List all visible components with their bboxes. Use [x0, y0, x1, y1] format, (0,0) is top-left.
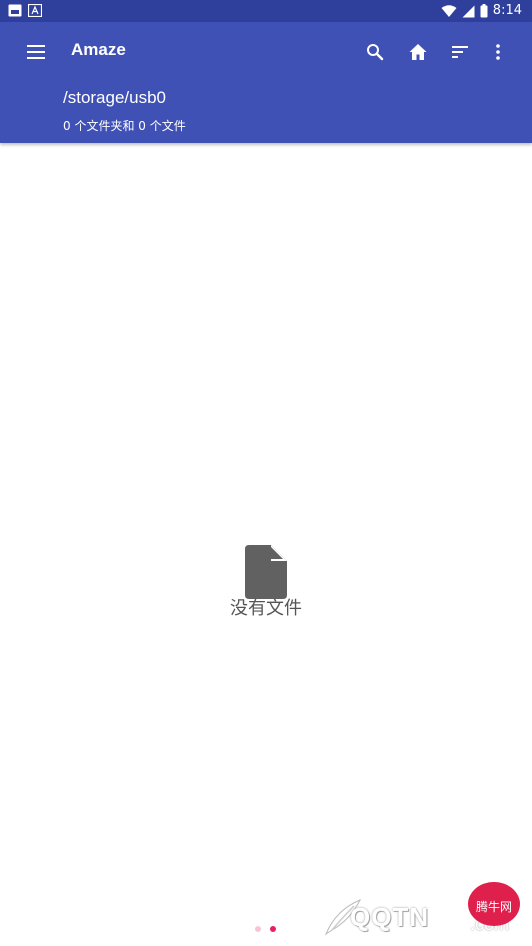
- clock: 8:14: [492, 3, 522, 18]
- app-bar: Amaze /storage/usb0 0 个文件夹和 0 个文件: [0, 22, 532, 143]
- sort-icon: [452, 46, 468, 58]
- home-button[interactable]: [404, 38, 432, 66]
- overflow-menu-button[interactable]: [484, 38, 512, 66]
- hamburger-menu-icon: [27, 45, 45, 59]
- empty-message: 没有文件: [230, 598, 302, 619]
- current-path[interactable]: /storage/usb0: [63, 88, 166, 108]
- more-vert-icon: [496, 44, 500, 60]
- search-icon: [367, 44, 384, 61]
- empty-state: 没有文件: [0, 545, 532, 620]
- file-icon: [245, 545, 287, 599]
- screenshot-icon: [8, 4, 22, 17]
- page-indicator: [255, 926, 276, 932]
- menu-button[interactable]: [22, 38, 50, 66]
- app-notification-icon: [28, 4, 42, 17]
- signal-icon: [462, 5, 475, 17]
- sort-button[interactable]: [446, 38, 474, 66]
- watermark-text: QQTN: [350, 902, 430, 932]
- app-title: Amaze: [71, 40, 126, 59]
- page-dot-inactive[interactable]: [255, 926, 261, 932]
- search-button[interactable]: [361, 38, 389, 66]
- home-icon: [409, 44, 427, 60]
- watermark-badge: 腾牛网: [468, 882, 520, 926]
- status-bar: 8:14: [0, 0, 532, 22]
- watermark-logo: QQTN .com 腾牛网: [320, 880, 530, 944]
- folder-summary: 0 个文件夹和 0 个文件: [63, 119, 186, 133]
- battery-icon: [480, 4, 488, 18]
- wifi-icon: [441, 4, 457, 17]
- page-dot-active[interactable]: [270, 926, 276, 932]
